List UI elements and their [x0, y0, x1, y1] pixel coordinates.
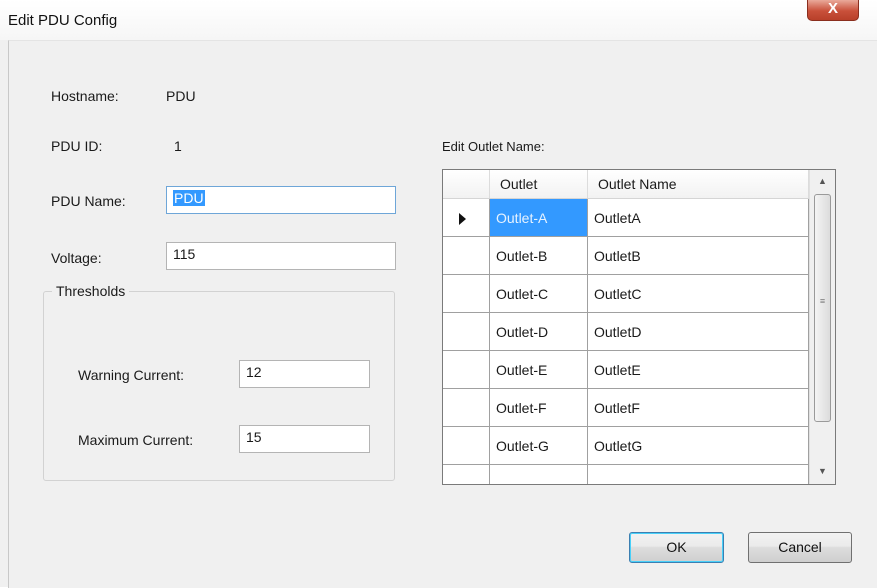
outlet-cell[interactable]: Outlet-F — [490, 389, 588, 427]
warning-current-input[interactable]: 12 — [239, 360, 370, 388]
row-header[interactable] — [443, 237, 490, 275]
grid-header: Outlet Outlet Name — [443, 170, 809, 199]
column-header-outlet-name[interactable]: Outlet Name — [588, 170, 809, 198]
table-row[interactable]: Outlet-F OutletF — [443, 389, 809, 427]
title-bar: Edit PDU Config X — [0, 0, 877, 40]
outlet-name-cell[interactable]: OutletF — [588, 389, 809, 427]
outlet-grid: Outlet Outlet Name Outlet-A OutletA Outlet… — [442, 169, 836, 485]
pdu-name-input[interactable]: PDU — [166, 186, 396, 214]
pdu-name-label: PDU Name: — [51, 193, 126, 209]
warning-current-value: 12 — [246, 364, 262, 380]
hostname-label: Hostname: — [51, 88, 119, 104]
scroll-down-arrow-icon[interactable]: ▼ — [810, 460, 835, 482]
maximum-current-value: 15 — [246, 429, 262, 445]
scroll-up-arrow-icon[interactable]: ▲ — [810, 170, 835, 192]
table-row[interactable]: Outlet-D OutletD — [443, 313, 809, 351]
table-row[interactable] — [443, 465, 809, 484]
outlet-cell[interactable]: Outlet-D — [490, 313, 588, 351]
row-header[interactable] — [443, 427, 490, 465]
dialog-title: Edit PDU Config — [8, 12, 118, 29]
ok-button[interactable]: OK — [629, 532, 724, 563]
row-header[interactable] — [443, 465, 490, 484]
maximum-current-input[interactable]: 15 — [239, 425, 370, 453]
close-button[interactable]: X — [807, 0, 859, 21]
row-header[interactable] — [443, 275, 490, 313]
outlet-name-cell[interactable]: OutletG — [588, 427, 809, 465]
thresholds-title: Thresholds — [52, 283, 130, 299]
table-row[interactable]: Outlet-E OutletE — [443, 351, 809, 389]
outlet-cell[interactable]: Outlet-G — [490, 427, 588, 465]
table-row[interactable]: Outlet-A OutletA — [443, 199, 809, 237]
edit-outlet-name-label: Edit Outlet Name: — [442, 139, 545, 154]
edit-pdu-config-dialog: Edit PDU Config X Hostname: PDU PDU ID: … — [0, 0, 877, 588]
close-icon: X — [827, 0, 838, 17]
warning-current-label: Warning Current: — [78, 367, 185, 383]
outlet-cell[interactable]: Outlet-B — [490, 237, 588, 275]
outlet-name-cell[interactable]: OutletD — [588, 313, 809, 351]
pdu-id-label: PDU ID: — [51, 138, 103, 154]
row-header[interactable] — [443, 389, 490, 427]
voltage-label: Voltage: — [51, 250, 102, 266]
row-header[interactable] — [443, 351, 490, 389]
scroll-thumb[interactable]: ≡ — [814, 194, 831, 422]
row-header[interactable] — [443, 313, 490, 351]
cancel-button[interactable]: Cancel — [748, 532, 852, 563]
outlet-cell[interactable] — [490, 465, 588, 484]
outlet-name-cell[interactable]: OutletB — [588, 237, 809, 275]
outlet-name-cell[interactable]: OutletE — [588, 351, 809, 389]
row-header-corner — [443, 170, 490, 198]
row-header[interactable] — [443, 199, 490, 237]
outlet-cell[interactable]: Outlet-E — [490, 351, 588, 389]
outlet-name-cell[interactable]: OutletA — [588, 199, 809, 237]
outlet-name-cell[interactable] — [588, 465, 809, 484]
pdu-name-selected-text: PDU — [173, 190, 205, 206]
outlet-cell[interactable]: Outlet-A — [490, 199, 588, 237]
hostname-value: PDU — [166, 88, 196, 104]
voltage-value: 115 — [173, 246, 196, 262]
pdu-id-value: 1 — [174, 138, 182, 154]
table-row[interactable]: Outlet-B OutletB — [443, 237, 809, 275]
outlet-cell[interactable]: Outlet-C — [490, 275, 588, 313]
voltage-input[interactable]: 115 — [166, 242, 396, 270]
vertical-scrollbar[interactable]: ▲ ≡ ▼ — [809, 170, 835, 484]
table-row[interactable]: Outlet-G OutletG — [443, 427, 809, 465]
column-header-outlet[interactable]: Outlet — [490, 170, 588, 198]
maximum-current-label: Maximum Current: — [78, 432, 194, 448]
outlet-name-cell[interactable]: OutletC — [588, 275, 809, 313]
grip-icon: ≡ — [819, 296, 826, 306]
current-row-arrow-icon — [459, 213, 466, 225]
table-row[interactable]: Outlet-C OutletC — [443, 275, 809, 313]
